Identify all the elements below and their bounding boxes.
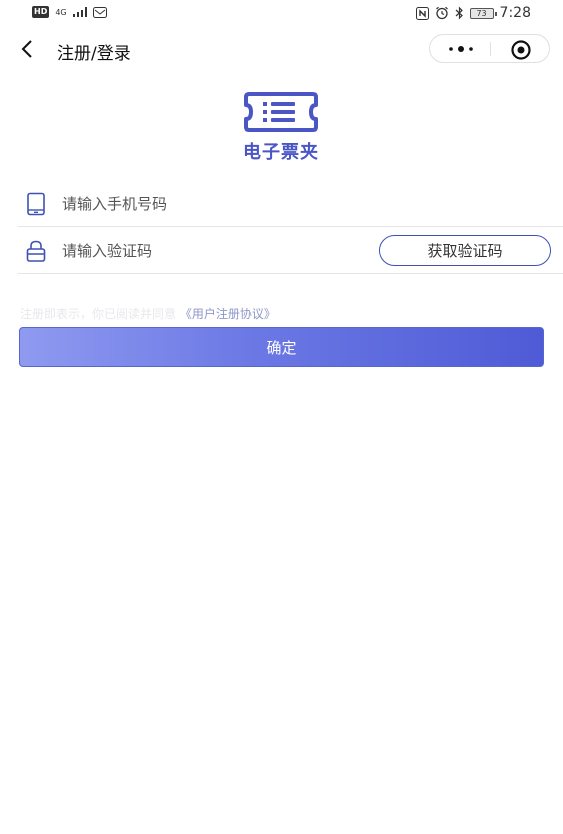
more-dots-icon[interactable] xyxy=(447,43,475,55)
agreement-text: 注册即表示，你已阅读并同意 xyxy=(20,307,177,321)
status-left: HD 4G xyxy=(32,6,107,18)
battery-icon: 73 xyxy=(469,7,497,19)
battery-level: 73 xyxy=(476,8,487,18)
login-page: HD 4G 73 7:28 注册/登录 电子票夹 请输入手机号码 请输入验证码 … xyxy=(0,0,563,834)
back-arrow-icon[interactable] xyxy=(18,38,38,60)
agreement-link[interactable]: 《用户注册协议》 xyxy=(180,307,276,321)
phone-icon xyxy=(27,192,45,216)
clock-time: 7:28 xyxy=(499,5,531,21)
mini-program-capsule xyxy=(429,34,550,63)
network-label: 4G xyxy=(55,7,67,17)
capsule-divider xyxy=(490,42,491,56)
page-title: 注册/登录 xyxy=(57,44,131,64)
confirm-button[interactable]: 确定 xyxy=(19,327,544,367)
logo-text: 电子票夹 xyxy=(243,142,319,163)
code-input[interactable] xyxy=(62,238,362,264)
agreement-notice: 注册即表示，你已阅读并同意 《用户注册协议》 xyxy=(20,305,276,322)
status-bar: HD 4G 73 7:28 xyxy=(0,0,563,28)
app-logo: 电子票夹 xyxy=(226,90,336,166)
lock-icon xyxy=(26,240,46,262)
ticket-list-icon xyxy=(244,92,318,132)
nfc-icon xyxy=(415,6,429,20)
phone-row xyxy=(18,181,563,227)
notification-icon xyxy=(92,6,107,18)
alarm-icon xyxy=(435,6,448,20)
target-circle-icon[interactable] xyxy=(510,39,532,61)
status-right: 73 7:28 xyxy=(415,5,531,21)
hd-badge: HD xyxy=(32,6,50,18)
get-code-button[interactable]: 获取验证码 xyxy=(379,235,551,266)
nav-bar: 注册/登录 xyxy=(0,30,563,70)
phone-input[interactable] xyxy=(62,191,362,217)
bluetooth-icon xyxy=(455,6,463,20)
code-row: 获取验证码 xyxy=(18,228,563,274)
signal-icon xyxy=(72,7,87,17)
